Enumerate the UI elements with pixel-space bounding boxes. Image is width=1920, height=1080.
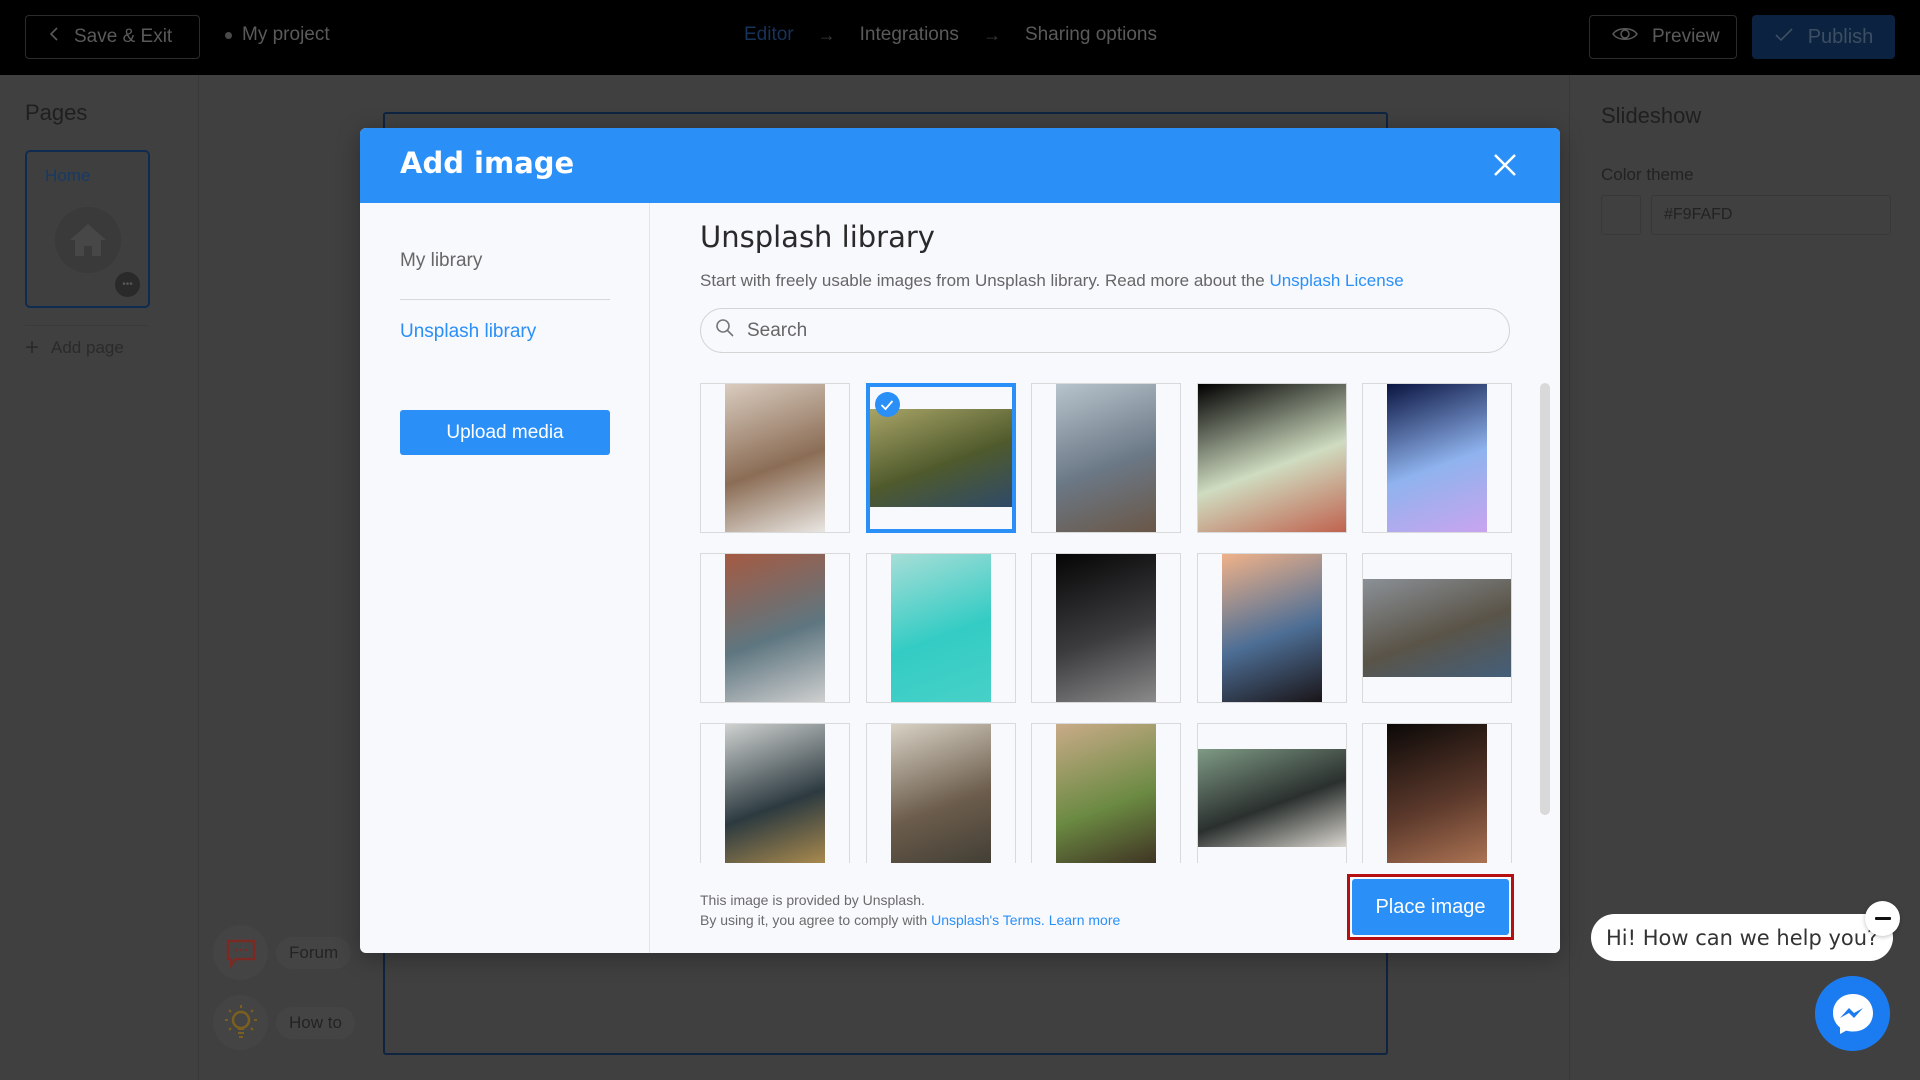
search-icon xyxy=(715,318,735,343)
arrow-right-icon: → xyxy=(817,24,836,45)
modal-nav: My library Unsplash library Upload media xyxy=(360,203,650,953)
attribution-text: This image is provided by Unsplash. By u… xyxy=(700,892,1121,928)
messenger-icon[interactable] xyxy=(1815,976,1890,1051)
save-exit-button[interactable]: Save & Exit xyxy=(25,15,200,59)
place-image-highlight: Place image xyxy=(1347,874,1514,940)
nav-unsplash-library[interactable]: Unsplash library xyxy=(400,321,536,343)
image-thumbnail xyxy=(1056,724,1156,863)
chevron-left-icon xyxy=(48,26,60,48)
page-card-label: Home xyxy=(45,166,91,185)
image-tile[interactable] xyxy=(1362,383,1512,533)
check-icon xyxy=(1774,26,1794,49)
add-page-button[interactable]: + Add page xyxy=(25,325,148,362)
unsplash-license-link[interactable]: Unsplash License xyxy=(1269,271,1403,290)
howto-label: How to xyxy=(276,1006,355,1039)
image-tile[interactable] xyxy=(1196,383,1347,533)
image-tile[interactable] xyxy=(700,723,850,863)
color-theme-swatch[interactable] xyxy=(1601,195,1641,235)
image-thumbnail xyxy=(1197,749,1346,847)
selected-check-icon xyxy=(874,392,900,417)
chat-greeting[interactable]: Hi! How can we help you? xyxy=(1591,914,1893,961)
step-sharing-options[interactable]: Sharing options xyxy=(1025,24,1157,46)
lightbulb-icon xyxy=(213,995,268,1050)
image-tile[interactable] xyxy=(865,723,1016,863)
upload-media-button[interactable]: Upload media xyxy=(400,410,610,455)
step-editor[interactable]: Editor xyxy=(744,24,794,46)
image-thumbnail xyxy=(725,384,825,532)
search-input[interactable] xyxy=(747,319,1447,342)
minimize-chat-icon[interactable] xyxy=(1865,901,1900,936)
library-title: Unsplash library xyxy=(700,220,935,254)
panel-title: Slideshow xyxy=(1601,103,1702,128)
library-description: Start with freely usable images from Uns… xyxy=(700,271,1404,290)
search-field[interactable] xyxy=(700,308,1510,353)
add-page-label: Add page xyxy=(51,338,124,357)
image-thumbnail xyxy=(1387,384,1487,532)
grid-scrollbar[interactable] xyxy=(1540,383,1550,863)
image-tile[interactable] xyxy=(865,553,1016,703)
image-tile[interactable] xyxy=(1196,553,1347,703)
step-integrations[interactable]: Integrations xyxy=(860,24,959,46)
project-name[interactable]: My project xyxy=(225,24,330,46)
more-options-icon[interactable]: ••• xyxy=(115,272,140,297)
image-grid xyxy=(700,383,1512,863)
page-card-home[interactable]: Home ••• xyxy=(25,150,150,308)
color-theme-input[interactable]: #F9FAFD xyxy=(1651,195,1891,235)
home-icon xyxy=(55,207,121,273)
image-thumbnail xyxy=(869,409,1012,507)
learn-more-link[interactable]: Learn more xyxy=(1049,912,1121,928)
image-tile[interactable] xyxy=(1031,553,1181,703)
forum-helper[interactable]: Forum xyxy=(213,925,352,980)
image-thumbnail xyxy=(1221,554,1322,702)
status-dot-icon xyxy=(225,31,232,39)
image-tile[interactable] xyxy=(700,383,850,533)
image-thumbnail xyxy=(1363,579,1511,677)
image-tile[interactable] xyxy=(1031,383,1181,533)
image-thumbnail xyxy=(1056,384,1156,532)
add-image-modal: Add image My library Unsplash library Up… xyxy=(360,128,1560,953)
image-tile[interactable] xyxy=(1362,553,1512,703)
modal-footer: This image is provided by Unsplash. By u… xyxy=(650,863,1560,953)
image-thumbnail xyxy=(890,724,991,863)
top-bar: Save & Exit My project Editor → Integrat… xyxy=(0,0,1920,75)
image-thumbnail xyxy=(890,554,991,702)
image-thumbnail xyxy=(725,724,825,863)
preview-button[interactable]: Preview xyxy=(1589,15,1737,59)
howto-helper[interactable]: How to xyxy=(213,995,355,1050)
image-thumbnail xyxy=(1197,384,1346,532)
place-image-button[interactable]: Place image xyxy=(1352,879,1509,935)
step-nav: Editor → Integrations → Sharing options xyxy=(744,24,1157,46)
save-exit-label: Save & Exit xyxy=(74,26,173,47)
image-thumbnail xyxy=(1387,724,1487,863)
image-tile[interactable] xyxy=(1362,723,1512,863)
plus-icon: + xyxy=(25,334,40,361)
image-thumbnail xyxy=(725,554,825,702)
image-tile[interactable] xyxy=(1196,723,1347,863)
publish-label: Publish xyxy=(1807,25,1874,48)
publish-button[interactable]: Publish xyxy=(1752,15,1895,59)
preview-label: Preview xyxy=(1652,26,1720,47)
nav-divider xyxy=(400,299,610,300)
image-thumbnail xyxy=(1056,554,1156,702)
unsplash-terms-link[interactable]: Unsplash's Terms. xyxy=(931,912,1045,928)
close-icon[interactable] xyxy=(1490,150,1520,180)
nav-my-library[interactable]: My library xyxy=(400,250,482,272)
modal-header: Add image xyxy=(360,128,1560,203)
image-tile[interactable] xyxy=(1031,723,1181,863)
image-grid-viewport xyxy=(700,383,1520,863)
image-tile[interactable] xyxy=(700,553,850,703)
arrow-right-icon: → xyxy=(982,24,1001,45)
modal-title: Add image xyxy=(400,146,575,180)
color-theme-label: Color theme xyxy=(1601,165,1694,184)
forum-label: Forum xyxy=(276,936,352,969)
eye-icon xyxy=(1612,26,1638,48)
forum-icon xyxy=(213,925,268,980)
pages-title: Pages xyxy=(25,100,88,125)
grid-scrollbar-thumb[interactable] xyxy=(1540,383,1550,815)
image-tile[interactable] xyxy=(865,383,1016,533)
